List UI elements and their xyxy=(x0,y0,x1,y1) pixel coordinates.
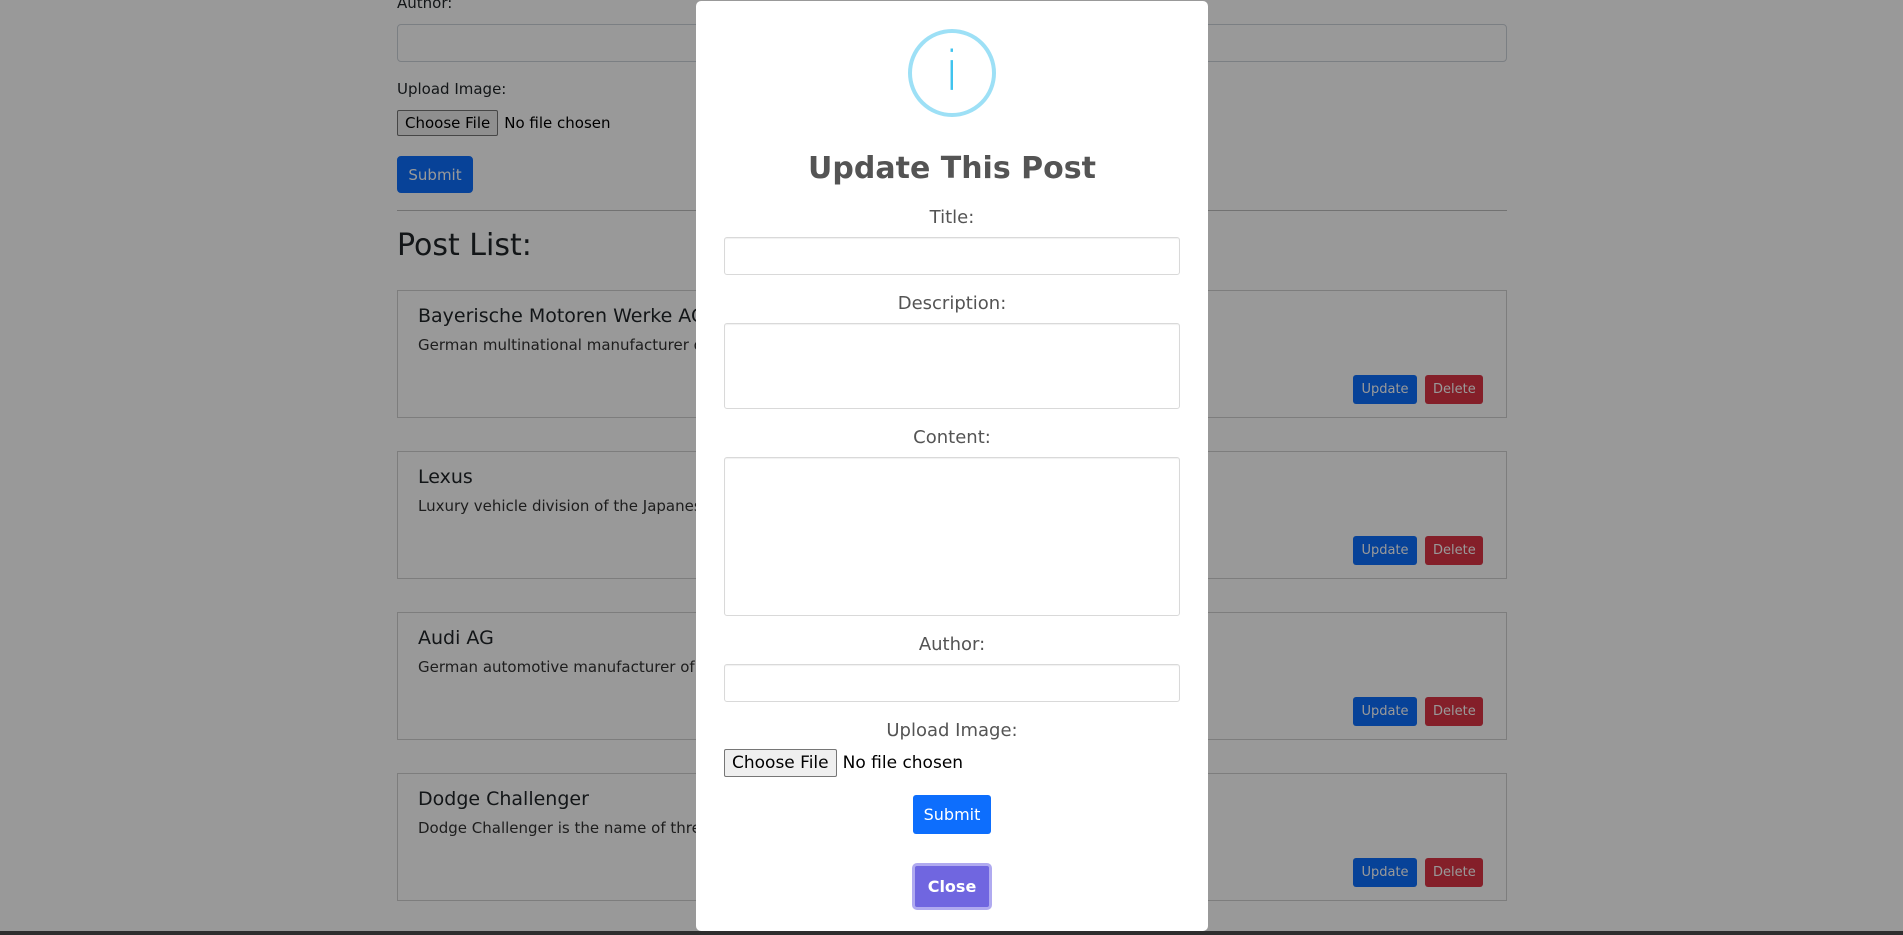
description-textarea[interactable] xyxy=(724,323,1180,409)
modal-title: Update This Post xyxy=(808,151,1096,186)
title-label: Title: xyxy=(929,207,975,228)
author-label: Author: xyxy=(918,634,986,655)
info-icon: i xyxy=(908,29,996,117)
description-label: Description: xyxy=(897,293,1007,314)
content-textarea[interactable] xyxy=(724,457,1180,616)
upload-image-label: Upload Image: xyxy=(886,720,1018,741)
choose-file-button[interactable]: Choose File xyxy=(724,749,837,777)
title-input[interactable] xyxy=(724,237,1180,275)
author-input[interactable] xyxy=(724,664,1180,702)
close-button[interactable]: Close xyxy=(912,863,992,910)
submit-button[interactable]: Submit xyxy=(913,795,991,834)
file-input[interactable]: Choose File No file chosen xyxy=(724,749,963,777)
update-post-modal: i Update This Post Title: Description: C… xyxy=(696,1,1208,931)
bottom-edge xyxy=(0,931,1903,935)
no-file-text: No file chosen xyxy=(842,753,964,773)
content-label: Content: xyxy=(913,427,991,448)
